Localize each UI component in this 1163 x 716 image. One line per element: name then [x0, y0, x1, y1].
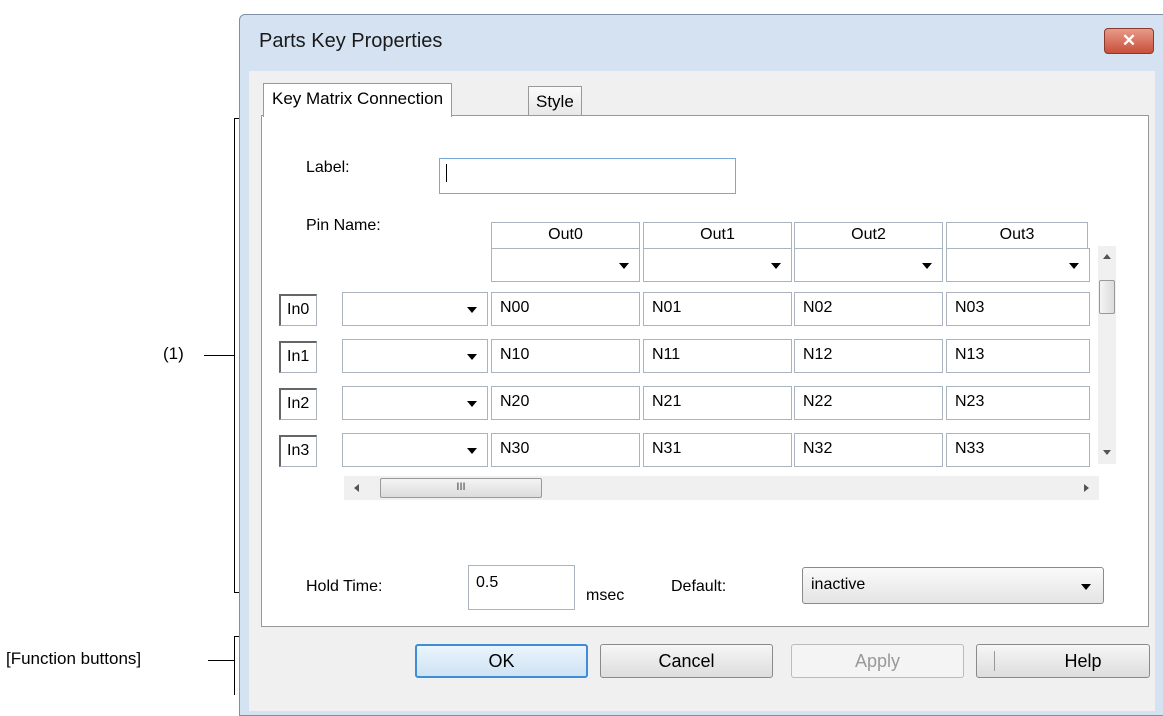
cell-n21[interactable]: N21 — [643, 386, 792, 420]
help-button[interactable]: Help — [976, 644, 1150, 678]
out1-pin-select[interactable] — [643, 248, 792, 282]
cell-n12[interactable]: N12 — [794, 339, 943, 373]
cancel-button[interactable]: Cancel — [600, 644, 773, 678]
in0-pin-select[interactable] — [342, 292, 488, 326]
in1-pin-select[interactable] — [342, 339, 488, 373]
out0-header: Out0 — [491, 222, 640, 248]
help-button-separator — [994, 651, 995, 671]
chevron-down-icon — [619, 263, 629, 269]
cell-n02[interactable]: N02 — [794, 292, 943, 326]
cell-n11[interactable]: N11 — [643, 339, 792, 373]
tab-key-matrix-connection[interactable]: Key Matrix Connection — [263, 83, 453, 117]
tab-style[interactable]: Style — [528, 86, 582, 117]
chevron-down-icon — [467, 401, 477, 407]
vertical-scroll-thumb[interactable] — [1099, 280, 1115, 314]
hold-time-unit: msec — [586, 587, 625, 604]
close-button[interactable]: ✕ — [1104, 28, 1154, 54]
dialog-client-area: Key Matrix Connection Style Label: Pin N… — [249, 71, 1155, 711]
in2-label: In2 — [279, 388, 317, 420]
cell-n03[interactable]: N03 — [946, 292, 1090, 326]
area1-bracket — [234, 118, 235, 593]
title-bar: Parts Key Properties ✕ — [240, 15, 1163, 71]
chevron-down-icon — [467, 448, 477, 454]
pin-name-caption: Pin Name: — [306, 217, 381, 234]
vertical-scrollbar[interactable] — [1098, 246, 1116, 464]
chevron-down-icon — [1069, 263, 1079, 269]
cell-n00[interactable]: N00 — [491, 292, 640, 326]
text-cursor — [446, 164, 447, 182]
out2-header: Out2 — [794, 222, 943, 248]
in2-pin-select[interactable] — [342, 386, 488, 420]
cell-n22[interactable]: N22 — [794, 386, 943, 420]
chevron-down-icon — [467, 354, 477, 360]
cell-n23[interactable]: N23 — [946, 386, 1090, 420]
chevron-down-icon — [771, 263, 781, 269]
horizontal-scrollbar[interactable]: III — [344, 476, 1099, 500]
chevron-down-icon — [1081, 584, 1091, 590]
scroll-up-arrow-icon[interactable] — [1103, 254, 1111, 259]
key-matrix-connection-page: Label: Pin Name: Out0 Out1 Out2 Out3 In0… — [261, 115, 1149, 627]
parts-key-properties-dialog: Parts Key Properties ✕ Key Matrix Connec… — [239, 14, 1163, 716]
apply-button[interactable]: Apply — [791, 644, 964, 678]
function-buttons-label: [Function buttons] — [6, 649, 142, 668]
in1-label: In1 — [279, 341, 317, 373]
cell-n01[interactable]: N01 — [643, 292, 792, 326]
scroll-left-arrow-icon[interactable] — [354, 484, 359, 492]
cell-n20[interactable]: N20 — [491, 386, 640, 420]
label-input[interactable] — [439, 158, 736, 194]
cell-n13[interactable]: N13 — [946, 339, 1090, 373]
hold-time-input[interactable]: 0.5 — [468, 565, 575, 610]
out1-header: Out1 — [643, 222, 792, 248]
cell-n10[interactable]: N10 — [491, 339, 640, 373]
scroll-down-arrow-icon[interactable] — [1103, 450, 1111, 455]
chevron-down-icon — [467, 307, 477, 313]
hold-time-caption: Hold Time: — [306, 578, 383, 595]
in0-label: In0 — [279, 294, 317, 326]
default-select-value: inactive — [811, 576, 866, 593]
in3-label: In3 — [279, 435, 317, 467]
cell-n30[interactable]: N30 — [491, 433, 640, 467]
cell-n32[interactable]: N32 — [794, 433, 943, 467]
out2-pin-select[interactable] — [794, 248, 943, 282]
help-button-label: Help — [1064, 651, 1102, 671]
out3-header: Out3 — [946, 222, 1088, 248]
ok-button[interactable]: OK — [415, 644, 588, 678]
cell-n33[interactable]: N33 — [946, 433, 1090, 467]
window-title: Parts Key Properties — [259, 30, 443, 52]
default-select[interactable]: inactive — [802, 567, 1104, 604]
scroll-right-arrow-icon[interactable] — [1084, 484, 1089, 492]
chevron-down-icon — [922, 263, 932, 269]
label-caption: Label: — [306, 159, 350, 176]
out3-pin-select[interactable] — [946, 248, 1090, 282]
cell-n31[interactable]: N31 — [643, 433, 792, 467]
in3-pin-select[interactable] — [342, 433, 488, 467]
area1-label: (1) — [163, 344, 184, 363]
area1-bracket-pointer — [204, 355, 234, 356]
out0-pin-select[interactable] — [491, 248, 640, 282]
default-caption: Default: — [671, 578, 727, 595]
function-buttons-bracket — [234, 636, 235, 695]
function-buttons-bracket-pointer — [208, 660, 234, 661]
horizontal-scroll-thumb[interactable]: III — [380, 478, 542, 498]
